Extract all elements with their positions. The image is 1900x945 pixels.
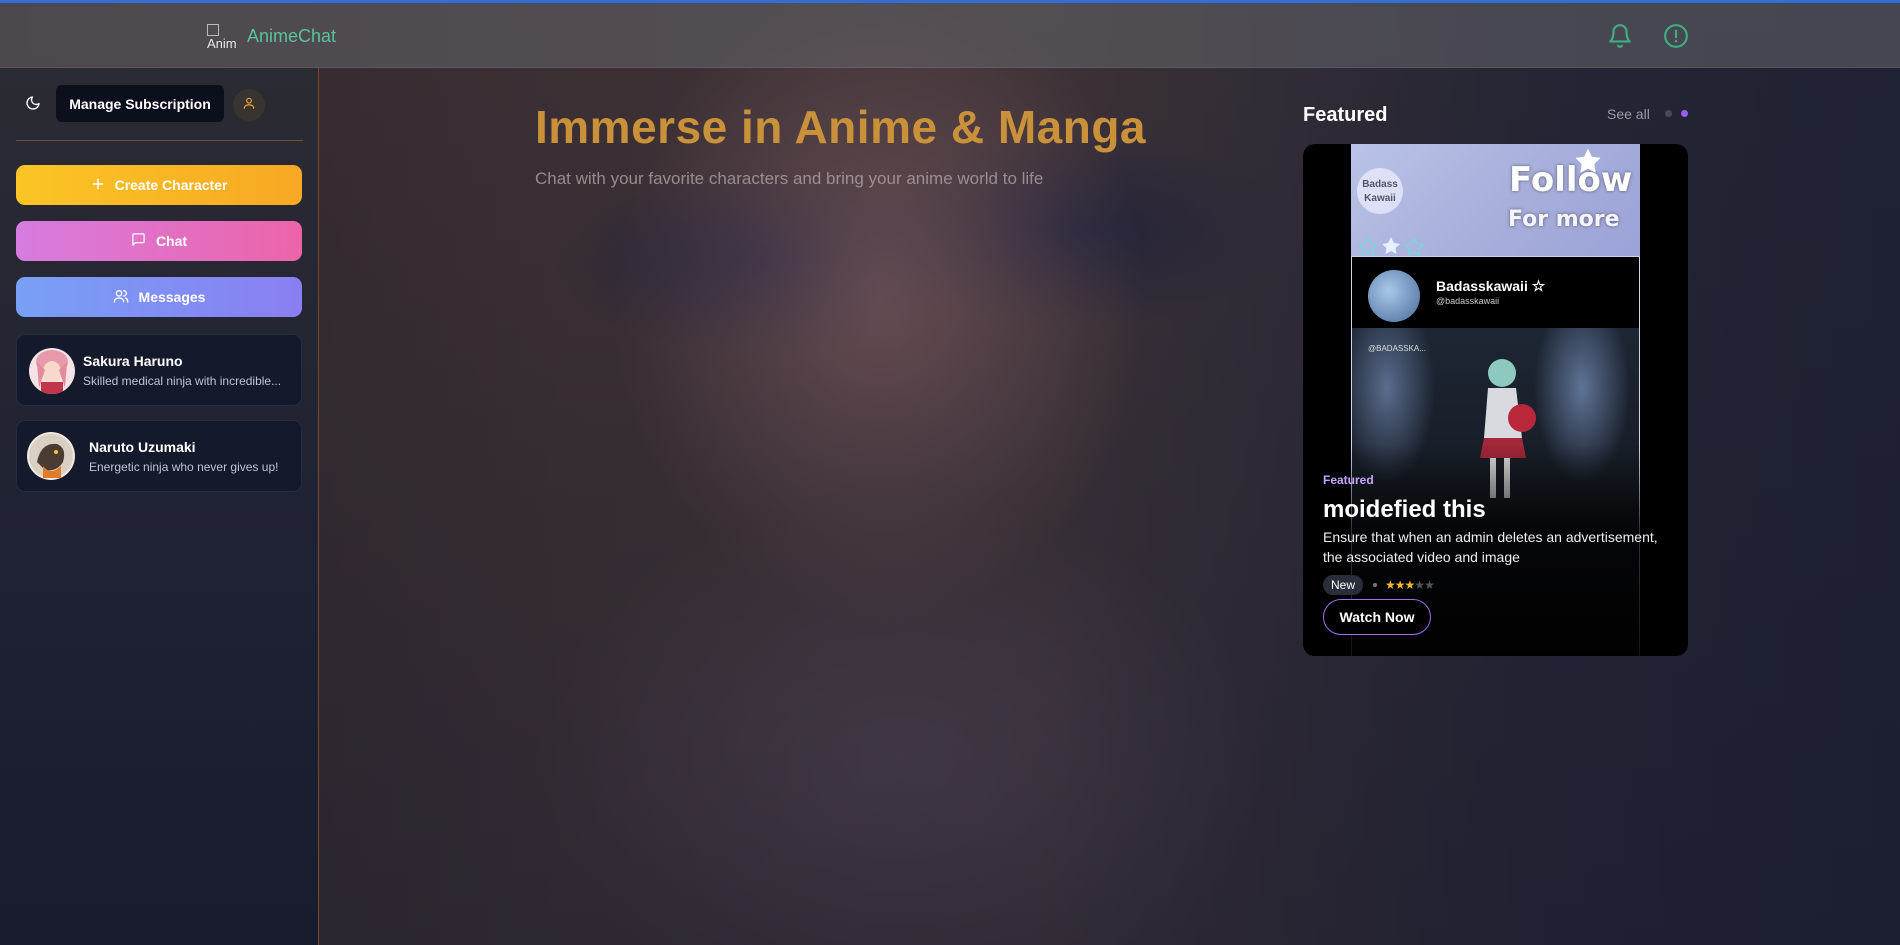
profile-avatar [1368, 270, 1420, 322]
rating-stars: ★★★★★ [1385, 578, 1435, 592]
star-empty-icon: ★ [1424, 578, 1435, 592]
profile-strip: Badasskawaii ☆ @badasskawaii [1351, 256, 1640, 328]
watch-now-button[interactable]: Watch Now [1323, 599, 1431, 635]
banner-brand-tag: Badass Kawaii [1357, 168, 1403, 214]
create-character-button[interactable]: Create Character [16, 165, 302, 205]
profile-name-text: Badasskawaii [1436, 278, 1528, 294]
star-filled-icon: ★ [1404, 578, 1416, 592]
chat-label: Chat [155, 233, 188, 249]
info-icon[interactable] [1663, 23, 1689, 49]
broken-image-icon [207, 23, 219, 36]
character-name: Sakura Haruno [83, 353, 183, 369]
user-icon [242, 96, 256, 115]
character-description: Energetic ninja who never gives up! [89, 460, 279, 474]
star-icon [1575, 148, 1601, 173]
logo-alt-text: Anim [207, 36, 237, 51]
bell-icon[interactable] [1607, 23, 1633, 49]
character-card-sakura[interactable]: Sakura Haruno Skilled medical ninja with… [16, 334, 302, 406]
message-square-icon [131, 232, 146, 250]
featured-label: Featured [1323, 473, 1374, 487]
character-card-naruto[interactable]: Naruto Uzumaki Energetic ninja who never… [16, 420, 302, 492]
featured-title: moidefied this [1323, 496, 1486, 523]
see-all-link[interactable]: See all [1607, 106, 1650, 122]
user-profile-button[interactable] [233, 89, 265, 121]
star-empty-icon: ★ [1414, 578, 1425, 592]
banner-tag-line2: Kawaii [1364, 193, 1396, 204]
avatar [27, 432, 75, 480]
hero-title: Immerse in Anime & Manga [535, 101, 1147, 153]
messages-button[interactable]: Messages [16, 277, 302, 317]
users-icon [113, 288, 129, 307]
profile-handle: @badasskawaii [1436, 296, 1500, 306]
star-filled-icon: ★ [1385, 578, 1396, 592]
chat-button[interactable]: Chat [16, 221, 302, 261]
hero-subtitle: Chat with your favorite characters and b… [535, 169, 1044, 188]
sidebar: Manage Subscription Create Character Cha… [0, 68, 319, 945]
scene-watermark: @BADASSKA... [1368, 344, 1426, 353]
avatar [29, 348, 75, 394]
character-description: Skilled medical ninja with incredible... [83, 374, 282, 388]
banner-follow-text: Follow [1509, 160, 1633, 200]
top-header: Anim AnimeChat [0, 3, 1900, 68]
banner-for-more-text: For more [1508, 207, 1620, 232]
featured-card[interactable]: Badass Kawaii Follow For more Badasskawai… [1303, 144, 1688, 656]
messages-label: Messages [138, 289, 206, 305]
star-outline-icon: ☆ [1531, 278, 1546, 295]
featured-heading: Featured [1303, 104, 1388, 126]
app-logo[interactable]: Anim [207, 21, 239, 53]
sidebar-top-bar: Manage Subscription [0, 68, 319, 141]
profile-name: Badasskawaii ☆ [1436, 277, 1545, 295]
plus-icon [91, 177, 105, 194]
featured-description: Ensure that when an admin deletes an adv… [1323, 529, 1658, 565]
featured-banner: Badass Kawaii Follow For more [1351, 144, 1640, 257]
banner-tag-line1: Badass [1362, 179, 1398, 190]
app-title[interactable]: AnimeChat [247, 26, 336, 47]
separator-dot [1373, 583, 1377, 587]
moon-icon[interactable] [20, 90, 46, 116]
new-badge: New [1323, 575, 1364, 595]
carousel-dot-1[interactable] [1665, 110, 1672, 117]
create-character-label: Create Character [114, 177, 228, 193]
star-filled-icon: ★ [1394, 578, 1406, 592]
sidebar-divider [16, 140, 303, 141]
carousel-dot-2-active[interactable] [1681, 110, 1688, 117]
character-name: Naruto Uzumaki [89, 439, 196, 455]
manage-subscription-button[interactable]: Manage Subscription [56, 85, 224, 122]
star-decoration-icon [1357, 236, 1425, 257]
